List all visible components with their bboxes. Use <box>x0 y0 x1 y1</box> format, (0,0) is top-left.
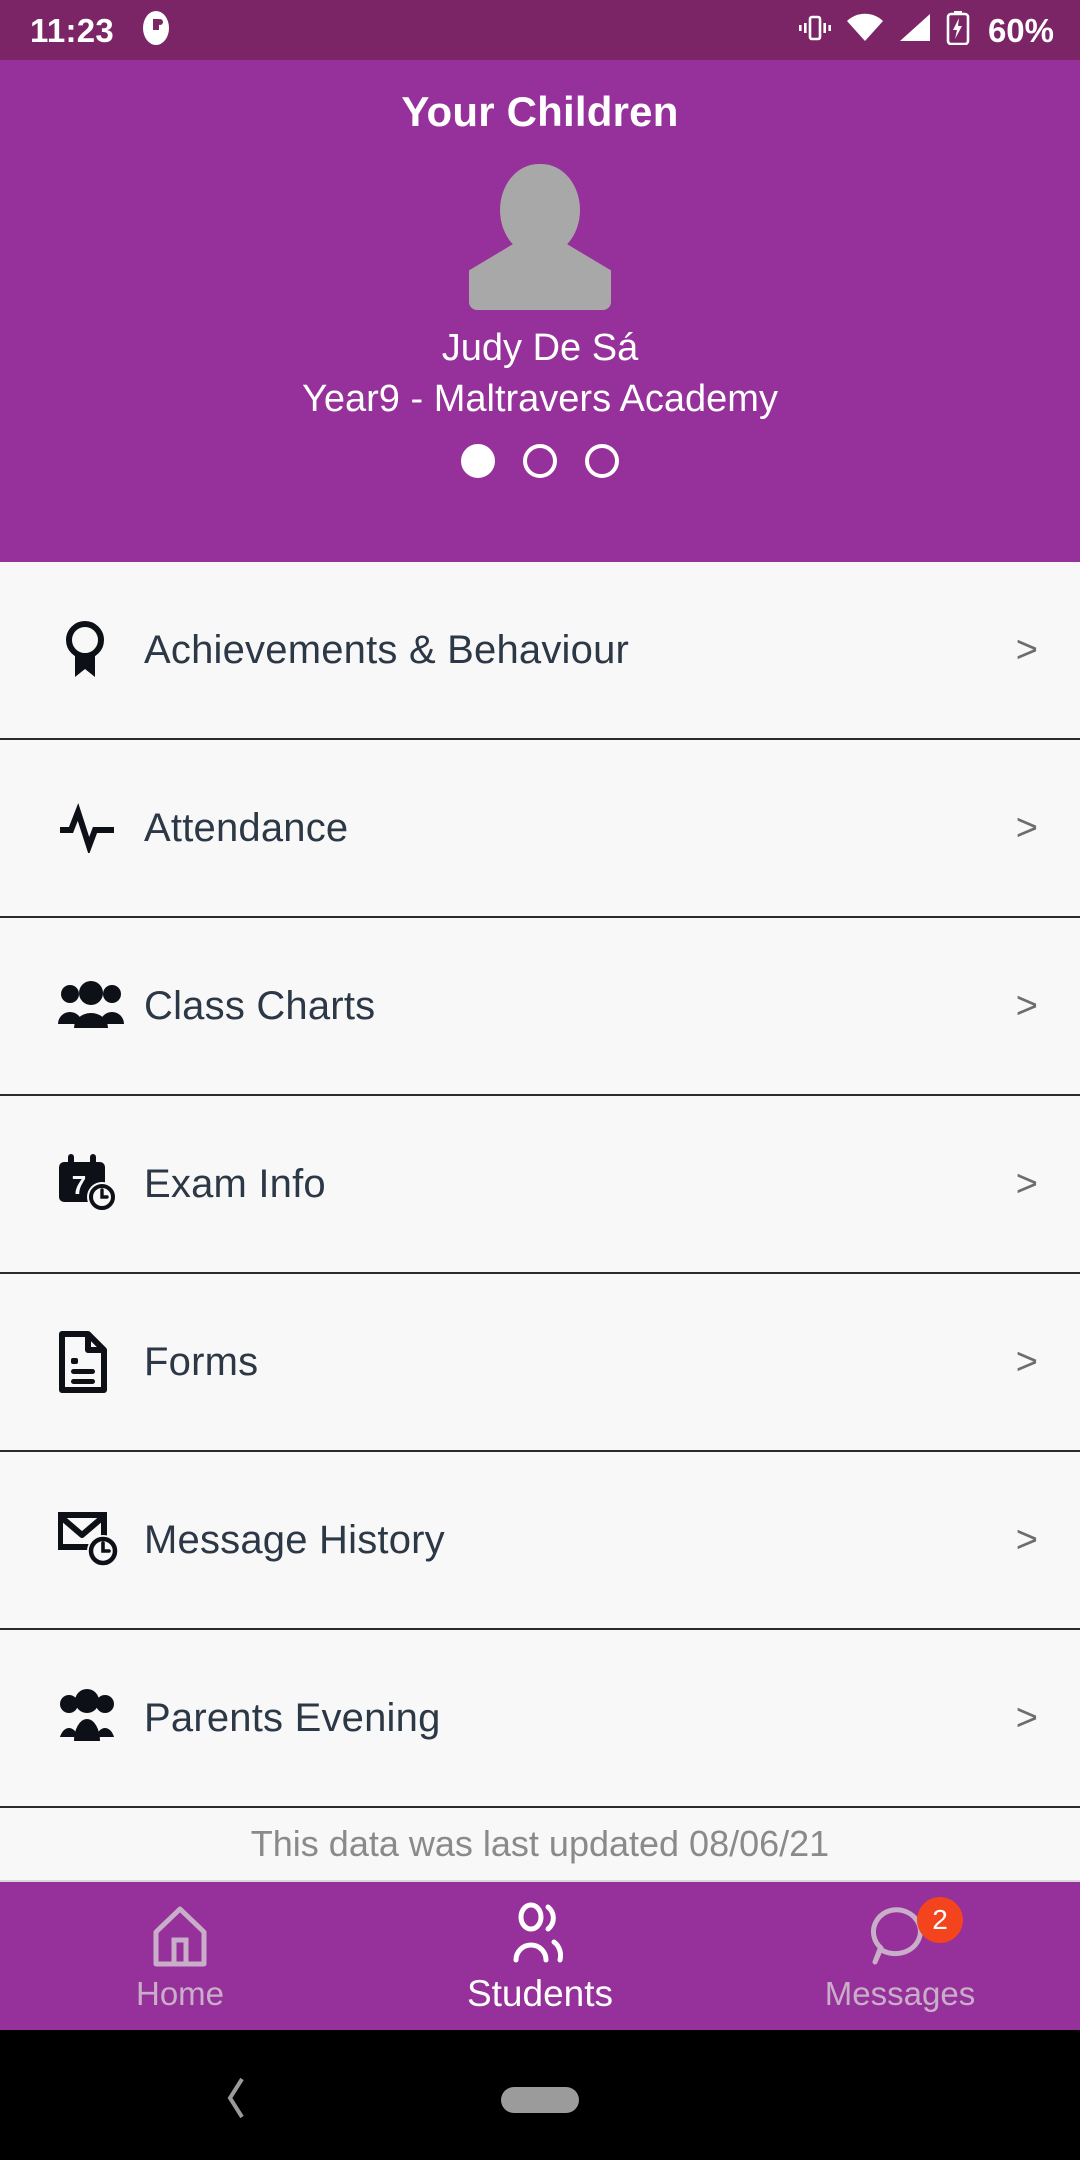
status-bar-clock: 11:23 <box>30 11 115 49</box>
menu-item-label: Attendance <box>144 805 349 850</box>
award-medal-icon <box>58 619 144 681</box>
chevron-right-icon: > <box>1015 1162 1038 1205</box>
menu-item-class-charts[interactable]: Class Charts > <box>0 918 1080 1096</box>
app-screen: 11:23 60% Your Children Judy De Sá Year9… <box>0 0 1080 2160</box>
calendar-clock-icon: 7 <box>58 1154 144 1214</box>
child-pager-dots[interactable] <box>461 443 619 478</box>
nav-item-home[interactable]: Home <box>0 1882 360 2030</box>
person-placeholder-avatar[interactable] <box>469 164 611 310</box>
page-title: Your Children <box>401 88 679 135</box>
chat-bubble-icon: 2 <box>867 1896 963 1971</box>
chevron-right-icon: > <box>1015 1518 1038 1561</box>
menu-list: Achievements & Behaviour > Attendance > … <box>0 562 1080 1808</box>
people-group-icon <box>58 980 144 1032</box>
home-icon <box>148 1903 212 1971</box>
cellular-signal-icon <box>898 13 932 48</box>
menu-item-message-history[interactable]: Message History > <box>0 1452 1080 1630</box>
status-bar-right: 60% <box>798 10 1054 50</box>
child-name: Judy De Sá <box>441 327 639 369</box>
wifi-icon <box>846 13 884 48</box>
people-trio-icon <box>58 1689 144 1747</box>
status-bar-left: 11:23 <box>30 9 172 52</box>
app-notification-icon <box>140 9 172 52</box>
menu-item-parents-evening[interactable]: Parents Evening > <box>0 1630 1080 1808</box>
bottom-navigation: Home Students 2 Messages <box>0 1882 1080 2030</box>
nav-item-label: Home <box>135 1974 225 2012</box>
vibrate-icon <box>798 12 832 49</box>
menu-item-exam-info[interactable]: 7 Exam Info > <box>0 1096 1080 1274</box>
nav-item-students[interactable]: Students <box>360 1882 720 2030</box>
menu-item-label: Message History <box>144 1517 445 1562</box>
home-pill-icon[interactable] <box>501 2087 579 2113</box>
pager-dot-3[interactable] <box>585 443 619 478</box>
chevron-right-icon: > <box>1015 1696 1038 1739</box>
menu-item-label: Forms <box>144 1339 259 1384</box>
android-system-nav <box>0 2030 1080 2160</box>
battery-percent-label: 60% <box>987 11 1054 49</box>
messages-unread-badge: 2 <box>917 1896 963 1943</box>
pager-dot-1[interactable] <box>461 443 495 478</box>
chevron-right-icon: > <box>1015 628 1038 671</box>
envelope-clock-icon <box>58 1511 144 1569</box>
battery-charging-icon <box>946 10 970 50</box>
status-bar: 11:23 60% <box>0 0 1080 60</box>
avatar-body <box>469 238 611 310</box>
chevron-right-icon: > <box>1015 984 1038 1027</box>
child-school: Year9 - Maltravers Academy <box>302 377 778 420</box>
menu-item-attendance[interactable]: Attendance > <box>0 740 1080 918</box>
nav-item-label: Students <box>466 1972 614 2014</box>
menu-item-label: Exam Info <box>144 1161 326 1206</box>
nav-item-messages[interactable]: 2 Messages <box>720 1882 1080 2030</box>
svg-text:7: 7 <box>72 1170 86 1200</box>
students-icon <box>504 1901 576 1969</box>
menu-item-achievements-behaviour[interactable]: Achievements & Behaviour > <box>0 562 1080 740</box>
children-header: Your Children Judy De Sá Year9 - Maltrav… <box>0 60 1080 562</box>
menu-item-forms[interactable]: Forms > <box>0 1274 1080 1452</box>
chevron-right-icon: > <box>1015 1340 1038 1383</box>
last-updated-note: This data was last updated 08/06/21 <box>0 1808 1080 1882</box>
chevron-right-icon: > <box>1015 806 1038 849</box>
nav-item-label: Messages <box>824 1974 976 2012</box>
pulse-activity-icon <box>58 803 144 853</box>
menu-item-label: Achievements & Behaviour <box>144 627 630 672</box>
document-lines-icon <box>58 1331 144 1393</box>
menu-item-label: Parents Evening <box>144 1695 441 1740</box>
menu-item-label: Class Charts <box>144 983 376 1028</box>
back-chevron-icon[interactable] <box>220 2073 254 2128</box>
pager-dot-2[interactable] <box>523 443 557 478</box>
